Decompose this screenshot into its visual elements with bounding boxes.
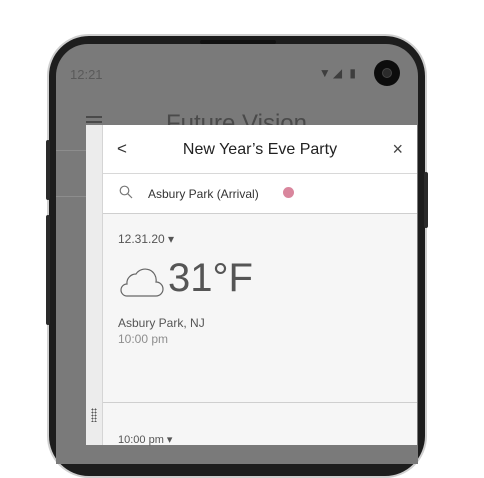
speaker-grille — [200, 40, 276, 44]
weather-entry: 12.31.20 ▾ 31°F Asbury Park, NJ 10:00 pm — [103, 214, 417, 403]
location-search[interactable]: Asbury Park (Arrival) — [103, 174, 417, 214]
battery-icon: ▮ — [349, 66, 358, 80]
date-selector[interactable]: 12.31.20 ▾ — [118, 232, 174, 246]
phone-side-button — [46, 215, 50, 325]
event-panel: < New Year’s Eve Party × Asbury Park (Ar… — [86, 125, 417, 446]
status-icons: ▼◢ ▮ — [319, 66, 358, 80]
panel-header: < New Year’s Eve Party × — [103, 125, 417, 174]
signal-icon: ◢ — [332, 66, 345, 80]
location-label: Asbury Park, NJ — [118, 316, 205, 330]
date-selector[interactable]: 10:00 pm ▾ — [118, 433, 172, 446]
camera-icon — [374, 60, 400, 86]
weather-entry: 10:00 pm ▾ — [103, 403, 417, 463]
cloud-icon — [120, 268, 164, 297]
time-label: 10:00 pm — [118, 332, 169, 346]
temperature: 31°F — [168, 256, 253, 300]
status-time: 12:21 — [70, 67, 103, 82]
phone-side-button — [424, 172, 428, 228]
drag-handle-icon[interactable] — [91, 408, 97, 422]
close-button[interactable]: × — [392, 139, 403, 160]
panel-content: < New Year’s Eve Party × Asbury Park (Ar… — [103, 125, 417, 446]
panel-drag-edge[interactable] — [86, 125, 103, 445]
wifi-icon: ▼ — [318, 66, 333, 80]
search-icon — [119, 185, 133, 199]
phone-side-button — [46, 140, 50, 200]
status-dot — [283, 187, 294, 198]
search-input[interactable]: Asbury Park (Arrival) — [148, 187, 259, 201]
panel-title: New Year’s Eve Party — [182, 141, 338, 158]
